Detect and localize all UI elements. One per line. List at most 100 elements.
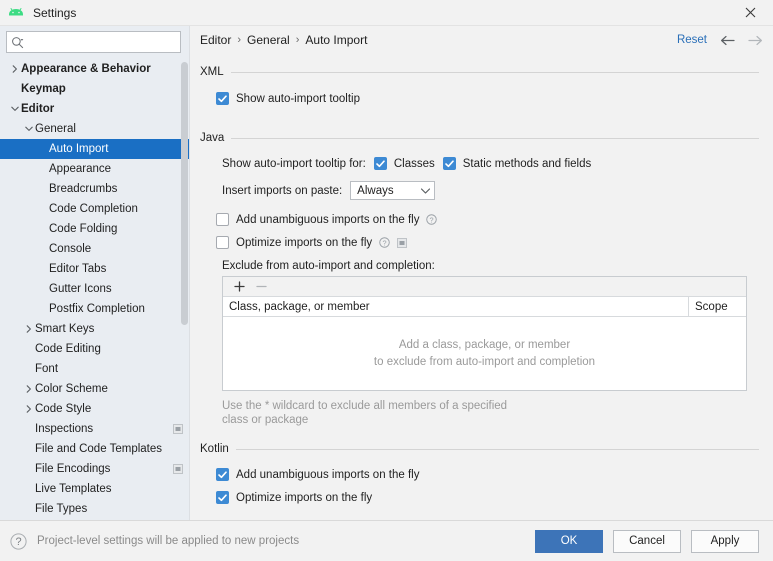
sidebar-item-appearance-behavior[interactable]: Appearance & Behavior	[0, 59, 189, 79]
twisty-toggle[interactable]	[8, 105, 21, 113]
insert-imports-value: Always	[357, 184, 394, 197]
breadcrumb-separator: ›	[237, 34, 242, 46]
apply-button[interactable]: Apply	[691, 529, 759, 553]
remove-exclusion-button[interactable]	[252, 278, 270, 296]
back-button[interactable]	[720, 35, 735, 46]
insert-imports-label: Insert imports on paste:	[222, 184, 343, 197]
minus-icon	[255, 285, 267, 288]
java-static-members-checkbox[interactable]	[442, 157, 456, 170]
java-optimize-checkbox[interactable]	[216, 236, 229, 249]
help-icon[interactable]: ?	[379, 237, 390, 248]
chevron-right-icon	[26, 385, 31, 393]
java-tooltip-for-row: Show auto-import tooltip for: Classes St…	[222, 153, 759, 174]
search-box[interactable]	[6, 31, 181, 53]
sidebar-scrollbar-thumb[interactable]	[181, 62, 188, 325]
svg-text:?: ?	[15, 536, 21, 548]
window-title: Settings	[33, 5, 77, 20]
sidebar-item-label: Postfix Completion	[49, 303, 145, 315]
twisty-toggle[interactable]	[22, 405, 35, 413]
close-button[interactable]	[728, 0, 773, 25]
sidebar-item-editor-tabs[interactable]: Editor Tabs	[0, 259, 189, 279]
java-classes-checkbox[interactable]	[373, 157, 387, 170]
sidebar-item-editor[interactable]: Editor	[0, 99, 189, 119]
sidebar-item-file-encodings[interactable]: File Encodings	[0, 459, 189, 479]
sidebar-item-label: File Types	[35, 503, 88, 515]
sidebar-item-label: Code Editing	[35, 343, 101, 355]
sidebar-item-auto-import[interactable]: Auto Import	[0, 139, 189, 159]
sidebar-item-postfix-completion[interactable]: Postfix Completion	[0, 299, 189, 319]
breadcrumb-separator: ›	[295, 34, 300, 46]
sidebar-scrollbar-track[interactable]	[180, 59, 189, 520]
footer-note: Project-level settings will be applied t…	[37, 535, 300, 547]
kotlin-optimize-row[interactable]: Optimize imports on the fly	[216, 487, 759, 508]
sidebar-item-smart-keys[interactable]: Smart Keys	[0, 319, 189, 339]
xml-show-tooltip-row[interactable]: Show auto-import tooltip	[216, 88, 759, 109]
java-optimize-label: Optimize imports on the fly	[236, 236, 373, 249]
plus-icon	[233, 281, 245, 292]
sidebar-item-code-editing[interactable]: Code Editing	[0, 339, 189, 359]
reset-link[interactable]: Reset	[677, 34, 707, 46]
section-header-java: Java	[200, 130, 759, 146]
sidebar-item-design-tools[interactable]: Design Tools	[0, 519, 189, 520]
java-add-unambiguous-row[interactable]: Add unambiguous imports on the fly ?	[216, 209, 759, 230]
sidebar-item-code-style[interactable]: Code Style	[0, 399, 189, 419]
section-rule	[231, 137, 759, 139]
sidebar-item-label: Appearance	[49, 163, 112, 175]
settings-content: XML Show auto-import tooltip Java Show a…	[190, 54, 773, 520]
java-add-unambiguous-checkbox[interactable]	[216, 213, 229, 226]
sidebar-item-label: File Encodings	[35, 463, 111, 475]
breadcrumb-item-general[interactable]: General	[247, 33, 290, 47]
column-header-scope[interactable]: Scope	[689, 297, 746, 316]
sidebar-item-code-completion[interactable]: Code Completion	[0, 199, 189, 219]
kotlin-add-unambiguous-checkbox[interactable]	[216, 468, 229, 481]
sidebar-item-font[interactable]: Font	[0, 359, 189, 379]
sidebar-item-label: Editor Tabs	[49, 263, 107, 275]
close-icon	[745, 7, 756, 18]
kotlin-optimize-checkbox[interactable]	[216, 491, 229, 504]
sidebar-item-label: Code Folding	[49, 223, 118, 235]
sidebar-item-code-folding[interactable]: Code Folding	[0, 219, 189, 239]
sidebar-item-gutter-icons[interactable]: Gutter Icons	[0, 279, 189, 299]
breadcrumb-bar: Editor › General › Auto Import Reset	[190, 26, 773, 54]
sidebar-item-breadcrumbs[interactable]: Breadcrumbs	[0, 179, 189, 199]
sidebar-item-label: Live Templates	[35, 483, 112, 495]
sidebar-item-label: General	[35, 123, 76, 135]
sidebar-item-live-templates[interactable]: Live Templates	[0, 479, 189, 499]
help-icon[interactable]: ?	[426, 214, 438, 225]
kotlin-add-unambiguous-row[interactable]: Add unambiguous imports on the fly	[216, 464, 759, 485]
sidebar-item-label: Keymap	[21, 83, 66, 95]
dialog-body: Appearance & Behavior Keymap Editor General…	[0, 26, 773, 520]
breadcrumb-item-editor[interactable]: Editor	[200, 33, 231, 47]
sidebar-item-color-scheme[interactable]: Color Scheme	[0, 379, 189, 399]
cancel-button[interactable]: Cancel	[613, 529, 681, 553]
forward-button[interactable]	[748, 35, 763, 46]
wildcard-note: Use the * wildcard to exclude all member…	[222, 400, 508, 426]
xml-show-tooltip-label: Show auto-import tooltip	[236, 92, 361, 105]
settings-tree: Appearance & Behavior Keymap Editor General…	[0, 59, 189, 520]
sidebar-item-file-types[interactable]: File Types	[0, 499, 189, 519]
sidebar-item-inspections[interactable]: Inspections	[0, 419, 189, 439]
add-exclusion-button[interactable]	[230, 278, 248, 296]
help-button[interactable]: ?	[10, 532, 27, 550]
sidebar-item-label: Console	[49, 243, 92, 255]
kotlin-add-unambiguous-label: Add unambiguous imports on the fly	[236, 468, 420, 481]
sidebar-item-console[interactable]: Console	[0, 239, 189, 259]
svg-text:?: ?	[430, 215, 434, 224]
sidebar-item-file-and-code-templates[interactable]: File and Code Templates	[0, 439, 189, 459]
search-input[interactable]	[27, 33, 176, 51]
java-static-members-label: Static methods and fields	[462, 157, 592, 170]
column-header-class[interactable]: Class, package, or member	[223, 297, 689, 316]
svg-text:?: ?	[383, 238, 387, 247]
sidebar-item-keymap[interactable]: Keymap	[0, 79, 189, 99]
twisty-toggle[interactable]	[22, 325, 35, 333]
twisty-toggle[interactable]	[22, 385, 35, 393]
twisty-toggle[interactable]	[8, 65, 21, 73]
xml-show-tooltip-checkbox[interactable]	[216, 92, 229, 105]
insert-imports-dropdown[interactable]: Always	[350, 181, 436, 200]
sidebar-item-general[interactable]: General	[0, 119, 189, 139]
sidebar-item-appearance[interactable]: Appearance	[0, 159, 189, 179]
ok-button[interactable]: OK	[535, 529, 603, 553]
settings-sidebar: Appearance & Behavior Keymap Editor General…	[0, 26, 190, 520]
twisty-toggle[interactable]	[22, 125, 35, 133]
java-optimize-row[interactable]: Optimize imports on the fly ?	[216, 232, 759, 253]
